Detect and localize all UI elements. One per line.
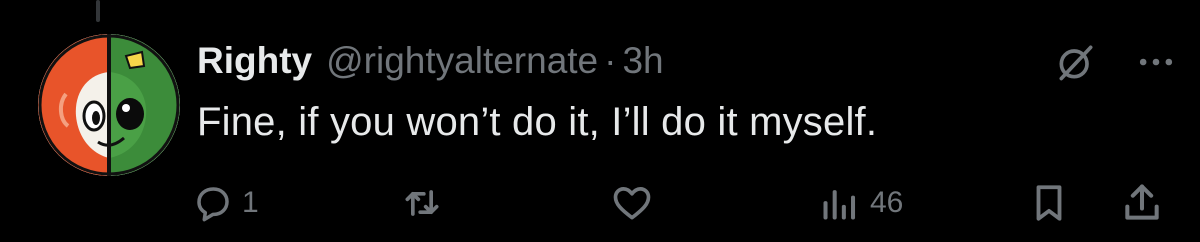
tweet[interactable]: Righty @rightyalternate · 3h Fine, if yo… [0,0,1200,242]
like-button[interactable] [610,178,662,228]
views-icon [818,181,862,225]
reply-icon [192,182,234,224]
meta-separator: · [604,40,617,81]
views-count: 46 [870,186,904,219]
views-button[interactable]: 46 [818,178,903,228]
author-display-name[interactable]: Righty [197,40,312,82]
reply-count: 1 [242,186,259,219]
grok-icon[interactable] [1054,40,1098,84]
reply-button[interactable]: 1 [192,178,259,228]
tweet-action-bar: 1 46 [0,178,1200,228]
more-options-icon[interactable] [1134,40,1178,84]
share-button[interactable] [1120,178,1164,228]
repost-icon [400,181,444,225]
author-handle[interactable]: @rightyalternate [326,40,598,82]
repost-button[interactable] [400,178,452,228]
bookmark-button[interactable] [1028,178,1070,228]
post-timestamp[interactable]: 3h [622,40,663,82]
share-icon [1120,181,1164,225]
tweet-text: Fine, if you won’t do it, I’ll do it mys… [197,100,878,144]
bookmark-icon [1028,182,1070,224]
tweet-top-actions [1054,40,1178,84]
tweet-header: Righty @rightyalternate · 3h [197,36,664,86]
like-icon [610,181,654,225]
split-face-avatar-icon [38,34,180,176]
avatar[interactable] [38,34,180,176]
thread-connector-line [96,0,100,22]
